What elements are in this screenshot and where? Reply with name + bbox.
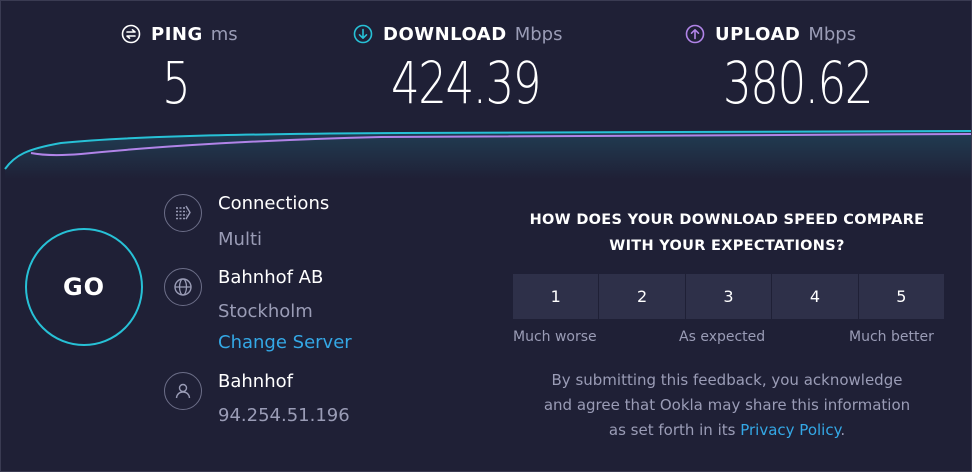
ping-header: PING ms (121, 23, 238, 45)
upload-result: UPLOAD Mbps 380.62 (685, 23, 874, 123)
provider-name: Bahnhof (218, 371, 293, 392)
feedback-question: HOW DOES YOUR DOWNLOAD SPEED COMPARE WIT… (501, 207, 953, 259)
change-server-link[interactable]: Change Server (218, 332, 352, 353)
go-button[interactable]: GO (25, 228, 143, 346)
ping-result: PING ms 5 (121, 23, 238, 123)
rating-option-2[interactable]: 2 (599, 274, 685, 319)
rating-scale: 1 2 3 4 5 (513, 274, 945, 319)
connections-icon (164, 194, 202, 232)
disclaimer-period: . (840, 421, 846, 439)
upload-header: UPLOAD Mbps (685, 23, 856, 45)
connections-title: Connections (218, 193, 330, 214)
rating-label-high: Much better (849, 329, 934, 345)
download-value: 424.39 (391, 49, 542, 117)
download-arrow-icon (353, 24, 373, 44)
rating-option-5[interactable]: 5 (858, 274, 945, 319)
feedback-question-line2: WITH YOUR EXPECTATIONS? (609, 238, 845, 254)
privacy-policy-link[interactable]: Privacy Policy (740, 421, 840, 439)
ping-label: PING (151, 23, 203, 45)
ping-unit: ms (210, 23, 238, 45)
server-name: Bahnhof AB (218, 267, 324, 288)
download-result: DOWNLOAD Mbps 424.39 (353, 23, 562, 123)
upload-arrow-icon (685, 24, 705, 44)
rating-option-1[interactable]: 1 (513, 274, 599, 319)
upload-unit: Mbps (808, 23, 857, 45)
disclaimer-line1: By submitting this feedback, you acknowl… (551, 371, 903, 389)
globe-icon (164, 268, 202, 306)
server-location: Stockholm (218, 301, 313, 322)
rating-option-3[interactable]: 3 (685, 274, 772, 319)
user-icon (164, 372, 202, 410)
ping-icon (121, 24, 141, 44)
download-label: DOWNLOAD (383, 23, 507, 45)
upload-value: 380.62 (723, 49, 874, 117)
download-header: DOWNLOAD Mbps (353, 23, 562, 45)
download-unit: Mbps (514, 23, 563, 45)
connections-mode[interactable]: Multi (218, 229, 262, 250)
rating-label-mid: As expected (679, 329, 766, 345)
disclaimer-line3: as set forth in its Privacy Policy. (501, 418, 953, 443)
disclaimer-line3-text: as set forth in its (608, 421, 736, 439)
feedback-disclaimer: By submitting this feedback, you acknowl… (501, 368, 953, 443)
speedtest-panel: PING ms 5 DOWNLOAD Mbps 424.39 UPLOAD Mb… (0, 0, 972, 472)
provider-ip: 94.254.51.196 (218, 405, 350, 426)
disclaimer-line2: and agree that Ookla may share this info… (543, 396, 911, 414)
rating-label-low: Much worse (513, 329, 597, 345)
rating-option-4[interactable]: 4 (772, 274, 858, 319)
ping-value: 5 (162, 49, 191, 117)
speed-graph (4, 130, 971, 179)
feedback-question-line1: HOW DOES YOUR DOWNLOAD SPEED COMPARE (529, 212, 925, 228)
upload-label: UPLOAD (715, 23, 801, 45)
